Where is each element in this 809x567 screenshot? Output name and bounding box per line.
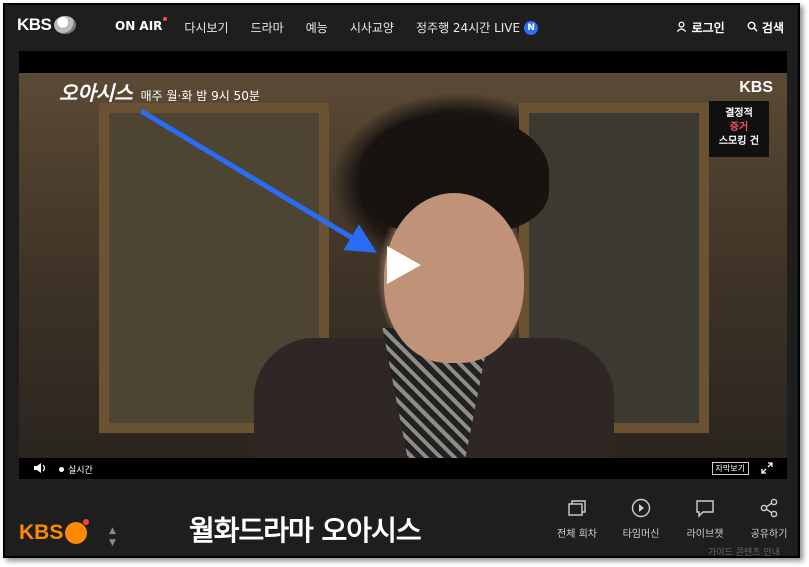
fullscreen-icon[interactable] [761,462,773,474]
menu-item-binge-live-label: 정주행 24시간 LIVE [415,21,521,35]
live-indicator-label: 실시간 [68,466,93,476]
live-chat-button[interactable]: 라이브챗 [673,497,737,540]
kbs-channel-logo-text: KBS [19,521,64,544]
menu-item-onair[interactable]: ON AIR [115,17,168,36]
channel-down-icon[interactable]: ▼ [109,537,116,549]
promo-line-1: 결정적 [725,108,753,119]
promo-line-2: 증거 [729,122,749,133]
channel-watermark: KBS [739,79,773,96]
search-button[interactable]: 검색 [747,19,784,36]
top-navigation: KBS ON AIR 다시보기 드라마 예능 시사교양 정주행 24시간 LIV… [5,5,798,49]
video-player[interactable]: 오아시스 매주 월·화 밤 9시 50분 KBS 결정적 증거 스모킹 건 실시… [19,51,787,479]
time-machine-icon [631,498,651,518]
login-label: 로그인 [691,21,725,35]
episodes-icon [568,500,586,516]
subtitle-button[interactable]: 자막보기 [711,462,749,475]
user-icon [677,21,687,32]
play-icon[interactable] [387,246,421,284]
live-chat-label: 라이브챗 [686,529,724,540]
menu-item-entertainment[interactable]: 예능 [306,19,328,36]
program-logo-text: 오아시스 [59,81,133,105]
player-controls: 실시간 자막보기 [19,458,787,479]
promo-line-3: 스모킹 건 [718,136,760,147]
time-machine-label: 타임머신 [622,529,660,540]
channel-up-icon[interactable]: ▲ [109,525,116,537]
kbs-live-page: KBS ON AIR 다시보기 드라마 예능 시사교양 정주행 24시간 LIV… [3,3,800,558]
all-episodes-button[interactable]: 전체 회차 [545,497,609,540]
share-button[interactable]: 공유하기 [737,497,801,540]
channel-switch[interactable]: ▲ ▼ [109,525,116,549]
kbs-logo-text: KBS [17,15,52,34]
broadcast-schedule: 매주 월·화 밤 9시 50분 [140,89,260,103]
user-nav: 로그인 검색 [676,19,784,36]
volume-icon[interactable] [33,462,47,474]
menu-item-drama[interactable]: 드라마 [251,19,284,36]
live-dot-icon [59,467,64,472]
show-title: 월화드라마 오아시스 [189,514,422,547]
kbs-globe-icon [54,16,77,34]
new-badge: N [524,20,539,35]
share-label: 공유하기 [750,529,788,540]
main-menu: ON AIR 다시보기 드라마 예능 시사교양 정주행 24시간 LIVE N [115,17,539,36]
program-info-bar: KBS ▲ ▼ 월화드라마 오아시스 전체 회차 타임머신 라이브챗 공유하기 [5,483,798,560]
share-icon [760,498,778,518]
program-title-overlay: 오아시스 매주 월·화 밤 9시 50분 [59,77,260,106]
menu-item-current-affairs[interactable]: 시사교양 [350,19,394,36]
video-frame[interactable]: 오아시스 매주 월·화 밤 9시 50분 KBS 결정적 증거 스모킹 건 [19,73,787,458]
player-actions: 전체 회차 타임머신 라이브챗 공유하기 [545,497,801,540]
promo-box: 결정적 증거 스모킹 건 [709,101,769,157]
login-button[interactable]: 로그인 [676,19,725,36]
menu-item-vod[interactable]: 다시보기 [184,19,228,36]
live-indicator: 실시간 [59,463,93,476]
chat-icon [696,500,714,518]
kbs-channel-logo-icon [65,519,90,544]
time-machine-button[interactable]: 타임머신 [609,497,673,540]
menu-item-binge-live[interactable]: 정주행 24시간 LIVE N [415,19,539,36]
search-icon [747,21,758,32]
kbs-channel-logo[interactable]: KBS [19,519,90,545]
all-episodes-label: 전체 회차 [557,529,597,540]
search-label: 검색 [761,21,784,35]
guide-notice-link[interactable]: 가이드 콘텐츠 안내 [708,545,780,558]
kbs-logo[interactable]: KBS [17,15,77,35]
